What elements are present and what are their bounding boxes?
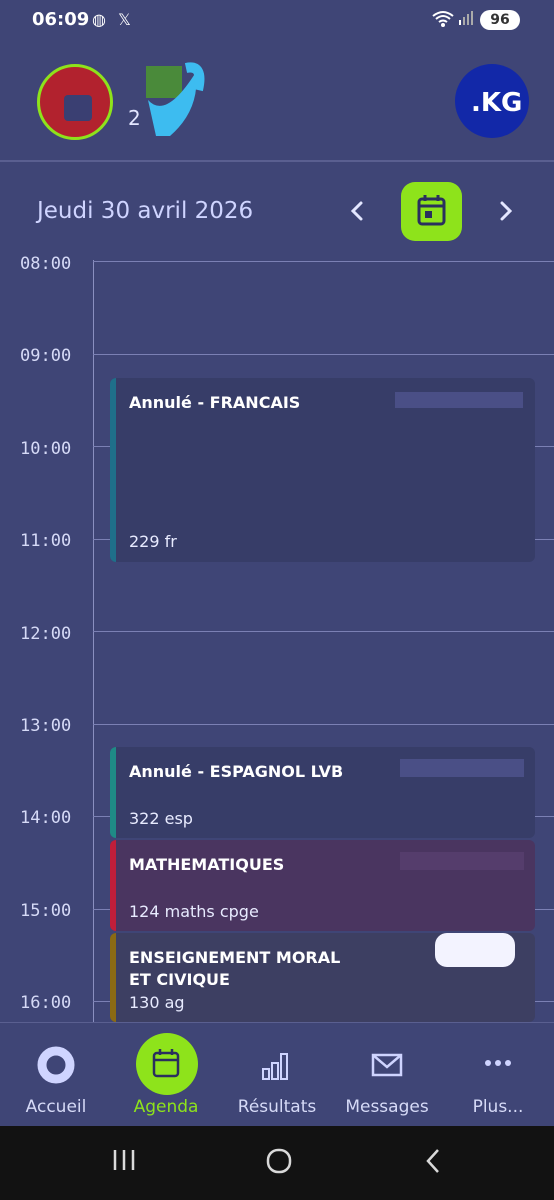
status-bar: 06:09 ◍ 𝕏 96	[0, 0, 554, 40]
recents-icon[interactable]	[110, 1146, 138, 1182]
hour-gridline	[93, 261, 554, 262]
nav-messages[interactable]: Messages	[332, 1023, 442, 1127]
hour-label: 12:00	[20, 624, 72, 644]
day-timeline[interactable]: 08:00 09:00 10:00 11:00 12:00 13:00 14:0…	[0, 250, 554, 1022]
event-francais[interactable]: Annulé - FRANCAIS 229 fr	[110, 378, 535, 562]
calendar-picker-button[interactable]	[401, 182, 462, 241]
event-title: MATHEMATIQUES	[129, 855, 285, 874]
calendar-icon	[152, 1049, 180, 1078]
more-dots-icon	[485, 1060, 511, 1066]
home-icon[interactable]	[264, 1146, 294, 1184]
event-color-bar	[110, 840, 116, 931]
nav-label: Accueil	[25, 1097, 87, 1117]
nav-label: Résultats	[237, 1097, 317, 1117]
header-divider	[0, 160, 554, 162]
event-color-bar	[110, 933, 116, 1022]
event-emc[interactable]: ENSEIGNEMENT MORAL ET CIVIQUE 130 ag	[110, 933, 535, 1022]
hour-gridline	[93, 631, 554, 632]
nav-label: Messages	[345, 1097, 429, 1117]
event-espagnol[interactable]: Annulé - ESPAGNOL LVB 322 esp	[110, 747, 535, 838]
chevron-right-icon	[500, 201, 513, 221]
hour-label: 09:00	[20, 346, 72, 366]
event-title: Annulé - FRANCAIS	[129, 393, 301, 412]
bar-chart-icon	[262, 1053, 288, 1080]
user-avatar[interactable]	[37, 64, 113, 140]
hour-gridline	[93, 354, 554, 355]
home-ring-icon	[37, 1046, 75, 1084]
status-time: 06:09	[32, 9, 90, 30]
previous-day-button[interactable]	[343, 195, 373, 227]
event-room: 322 esp	[129, 809, 193, 828]
hour-gridline	[93, 724, 554, 725]
system-navigation-bar	[0, 1126, 554, 1200]
hour-label: 13:00	[20, 716, 72, 736]
hour-label: 15:00	[20, 901, 72, 921]
teacher-redaction	[435, 933, 515, 967]
event-color-bar	[110, 378, 116, 562]
nav-accueil[interactable]: Accueil	[1, 1023, 111, 1127]
basketball-icon: ◍	[92, 10, 106, 29]
event-room: 130 ag	[129, 993, 185, 1012]
header-subtitle: 2	[128, 106, 141, 130]
envelope-icon	[371, 1053, 403, 1077]
teacher-redaction	[400, 759, 524, 777]
hour-label: 14:00	[20, 808, 72, 828]
hour-label: 11:00	[20, 531, 72, 551]
calendar-icon	[417, 195, 446, 226]
next-day-button[interactable]	[490, 195, 520, 227]
nav-label: Plus...	[472, 1097, 524, 1117]
battery-level: 96	[490, 12, 510, 28]
signal-icon	[458, 10, 474, 30]
event-room: 124 maths cpge	[129, 902, 259, 921]
event-mathematiques[interactable]: MATHEMATIQUES 124 maths cpge	[110, 840, 535, 931]
hour-label: 16:00	[20, 993, 72, 1013]
teacher-redaction	[395, 392, 523, 408]
nav-agenda[interactable]: Agenda	[111, 1023, 221, 1127]
bottom-navigation: Accueil Agenda Résultats Messages Plus..…	[0, 1022, 554, 1127]
hour-label: 10:00	[20, 439, 72, 459]
back-icon[interactable]	[420, 1146, 448, 1184]
nav-plus[interactable]: Plus...	[443, 1023, 553, 1127]
avatar-redaction	[64, 95, 92, 121]
nav-label: Agenda	[133, 1097, 199, 1117]
x-app-icon: 𝕏	[118, 10, 131, 29]
nav-resultats[interactable]: Résultats	[222, 1023, 332, 1127]
wifi-icon	[432, 10, 454, 32]
chevron-left-icon	[350, 201, 363, 221]
teacher-redaction	[400, 852, 524, 870]
battery-indicator: 96	[480, 10, 520, 30]
svg-text:.KG: .KG	[471, 88, 522, 118]
school-logo[interactable]: .KG	[455, 64, 529, 138]
event-title: ENSEIGNEMENT MORAL ET CIVIQUE	[129, 948, 341, 989]
event-room: 229 fr	[129, 532, 177, 551]
hour-label: 08:00	[20, 254, 72, 274]
current-date: Jeudi 30 avril 2026	[37, 198, 254, 224]
event-color-bar	[110, 747, 116, 838]
event-title: Annulé - ESPAGNOL LVB	[129, 762, 344, 781]
timeline-axis	[93, 260, 94, 1022]
